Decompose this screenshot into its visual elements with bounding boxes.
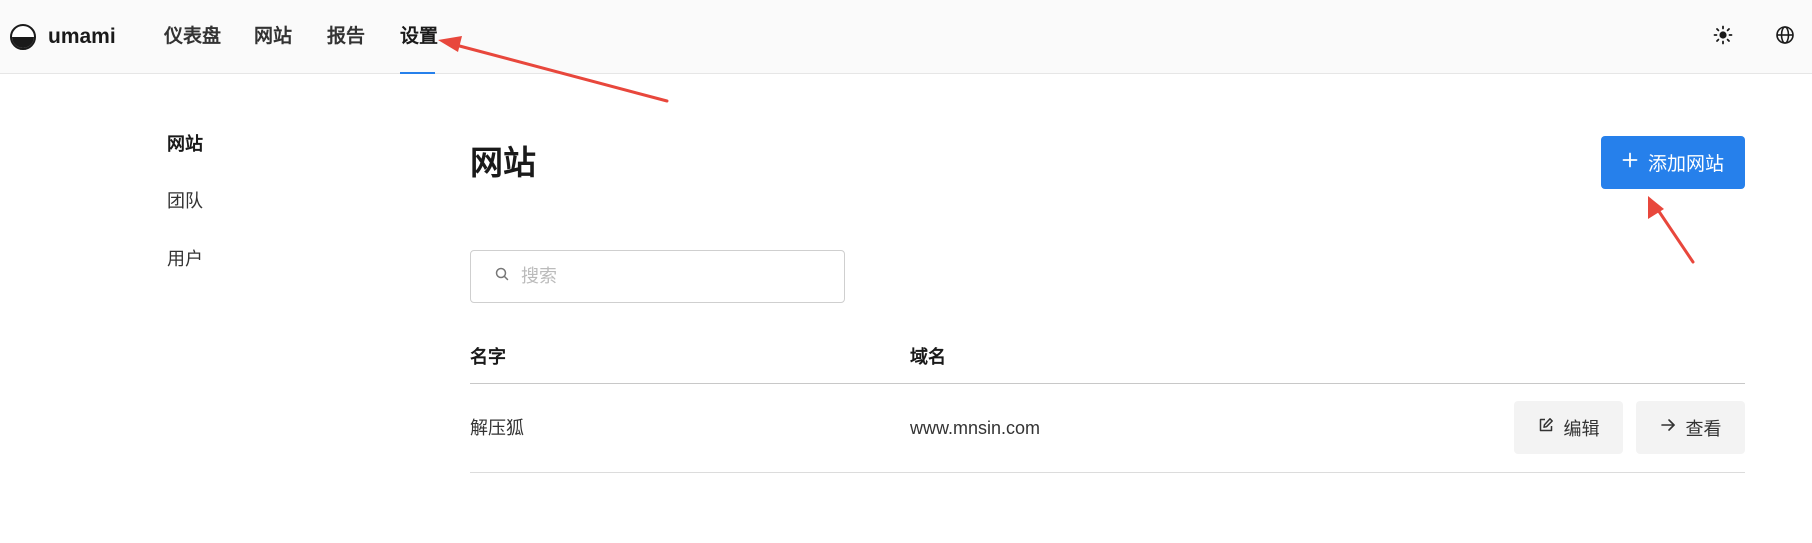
- add-website-button[interactable]: 添加网站: [1601, 136, 1745, 189]
- column-header-domain: 域名: [910, 347, 946, 367]
- annotation-arrows: [438, 36, 1695, 264]
- edit-label: 编辑: [1563, 418, 1600, 439]
- column-header-name: 名字: [470, 347, 506, 367]
- sidebar-item-websites[interactable]: 网站: [167, 132, 203, 156]
- active-nav-indicator: [400, 72, 435, 74]
- sidebar-item-users[interactable]: 用户: [167, 247, 203, 271]
- annotation-arrow-add-website: [1648, 196, 1695, 264]
- theme-toggle-button[interactable]: [1710, 24, 1736, 50]
- language-button[interactable]: [1772, 24, 1798, 50]
- table-row-divider: [470, 472, 1745, 473]
- website-domain-cell: www.mnsin.com: [910, 418, 1041, 438]
- search-icon: [495, 267, 509, 286]
- nav-item-settings[interactable]: 设置: [400, 24, 438, 50]
- edit-button[interactable]: 编辑: [1514, 401, 1623, 454]
- top-nav-bar: umami 仪表盘 网站 报告 设置: [0, 0, 1812, 74]
- website-name-cell: 解压狐: [470, 418, 524, 438]
- page-title: 网站: [470, 144, 536, 181]
- plus-icon: [1622, 152, 1638, 174]
- view-button[interactable]: 查看: [1636, 401, 1745, 454]
- sun-icon: [1713, 25, 1733, 50]
- table-header-divider: [470, 383, 1745, 384]
- view-label: 查看: [1685, 418, 1722, 439]
- sidebar-item-teams[interactable]: 团队: [167, 189, 203, 213]
- nav-item-dashboard[interactable]: 仪表盘: [164, 24, 221, 50]
- edit-icon: [1538, 417, 1554, 438]
- brand-name[interactable]: umami: [48, 24, 116, 50]
- arrow-right-icon: [1660, 417, 1676, 438]
- add-website-label: 添加网站: [1647, 154, 1724, 175]
- globe-icon: [1775, 25, 1795, 50]
- search-input[interactable]: [519, 265, 823, 288]
- search-field[interactable]: [470, 250, 845, 303]
- umami-logo-icon[interactable]: [10, 24, 36, 50]
- nav-item-reports[interactable]: 报告: [327, 24, 365, 50]
- nav-item-websites[interactable]: 网站: [254, 24, 292, 50]
